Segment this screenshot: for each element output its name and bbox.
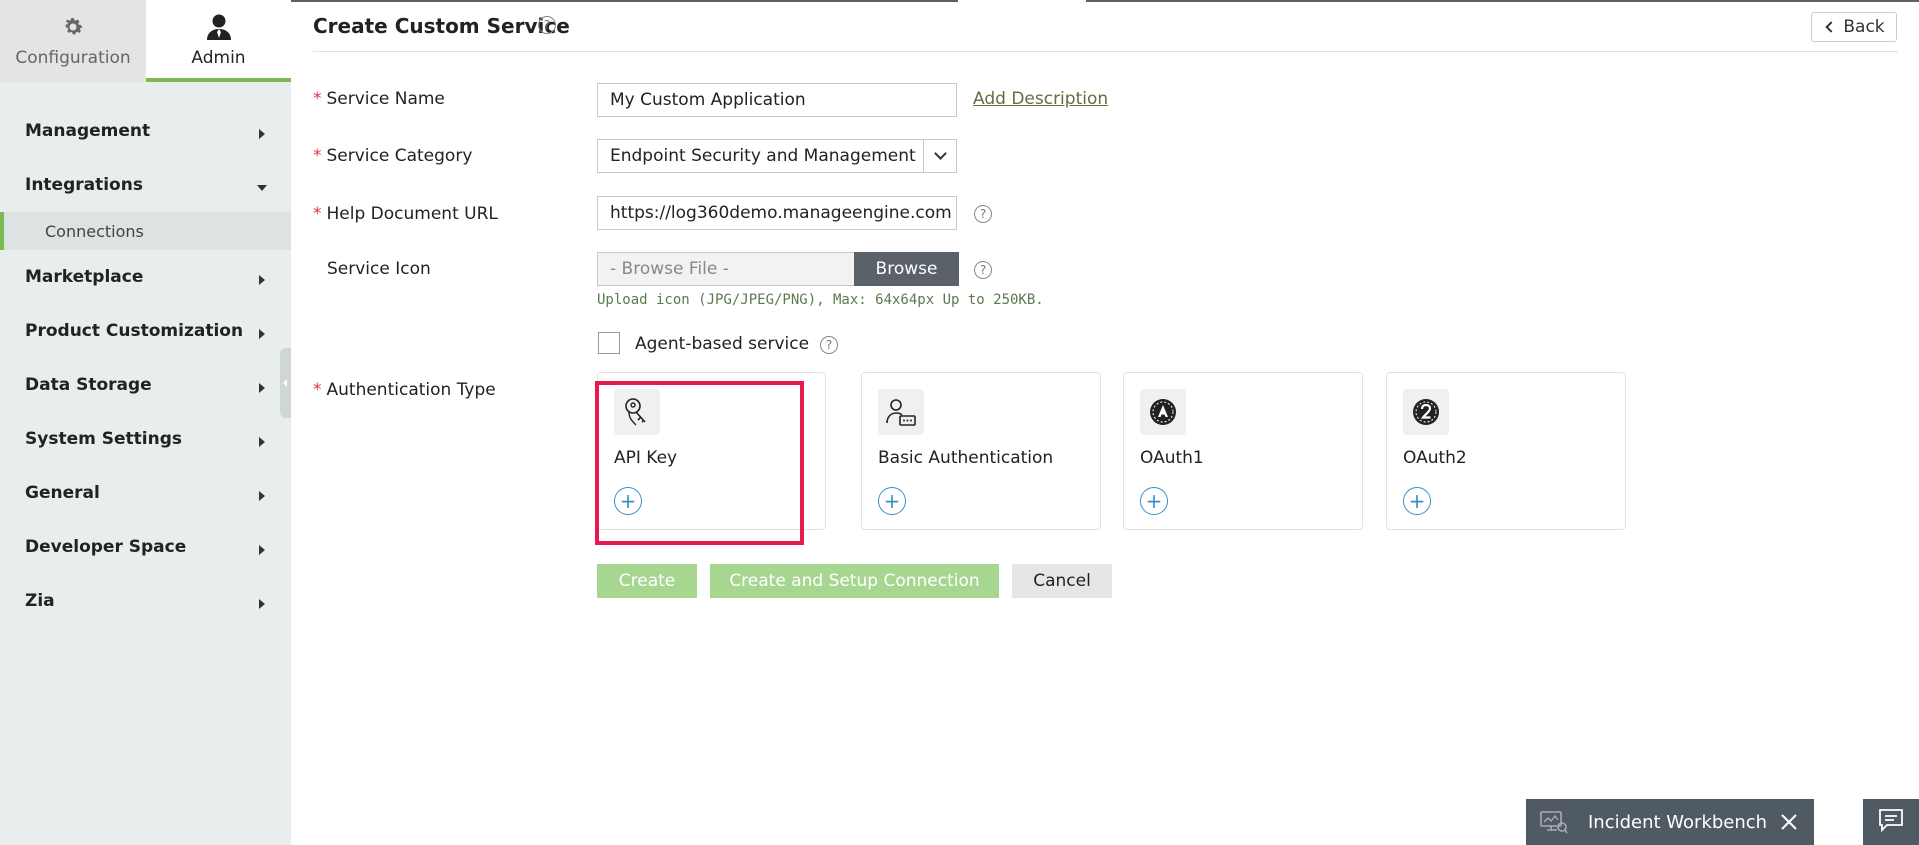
auth-type-label-text: Authentication Type — [326, 380, 496, 400]
chevron-right-icon — [259, 437, 265, 447]
user-icon — [204, 12, 234, 42]
sidebar-item-label: Management — [25, 121, 151, 141]
tab-configuration[interactable]: Configuration — [0, 0, 146, 82]
add-icon[interactable]: + — [878, 487, 906, 515]
sidebar-item-label: Data Storage — [25, 375, 152, 395]
page-title: Create Custom Service — [313, 14, 570, 38]
chevron-down-icon — [257, 185, 267, 191]
user-lock-icon — [878, 389, 924, 435]
chevron-right-icon — [259, 329, 265, 339]
sidebar-item-integrations[interactable]: Integrations — [0, 158, 291, 212]
create-setup-connection-button[interactable]: Create and Setup Connection — [710, 564, 999, 598]
service-category-select[interactable]: Endpoint Security and Management — [597, 139, 957, 173]
add-icon[interactable]: + — [1403, 487, 1431, 515]
sidebar-collapse-handle[interactable] — [280, 348, 291, 418]
service-category-label-text: Service Category — [326, 146, 473, 166]
help-icon[interactable]: ? — [820, 336, 838, 354]
incident-workbench-bar[interactable]: Incident Workbench — [1526, 799, 1814, 845]
chevron-right-icon — [259, 545, 265, 555]
sidebar-item-product-customization[interactable]: Product Customization — [0, 304, 291, 358]
required-marker: * — [313, 89, 322, 109]
add-icon[interactable]: + — [1140, 487, 1168, 515]
help-doc-url-label: * Help Document URL — [313, 204, 498, 224]
auth-card-oauth1[interactable]: OAuth1 + — [1123, 372, 1363, 530]
chat-button[interactable] — [1863, 799, 1919, 845]
auth-card-basic[interactable]: Basic Authentication + — [861, 372, 1101, 530]
service-category-value: Endpoint Security and Management — [610, 146, 916, 166]
sidebar: Configuration Admin Management Integrati… — [0, 0, 291, 845]
chevron-right-icon — [259, 275, 265, 285]
auth-card-label: API Key — [614, 448, 678, 468]
workbench-icon — [1540, 810, 1568, 834]
sidebar-nav: Management Integrations Connections Mark… — [0, 104, 291, 628]
chevron-right-icon — [259, 383, 265, 393]
service-name-input[interactable]: My Custom Application — [597, 83, 957, 117]
chevron-right-icon — [259, 491, 265, 501]
sidebar-tabs: Configuration Admin — [0, 0, 291, 82]
tab-admin[interactable]: Admin — [146, 0, 291, 82]
sidebar-item-label: Product Customization — [25, 321, 244, 341]
auth-card-label: OAuth2 — [1403, 448, 1467, 468]
required-marker: * — [313, 146, 322, 166]
help-icon[interactable]: ? — [974, 261, 992, 279]
create-button[interactable]: Create — [597, 564, 697, 598]
chevron-down-icon — [923, 140, 956, 172]
main-content: Create Custom Service ? Back * Service Na… — [291, 0, 1919, 845]
oauth2-icon — [1403, 389, 1449, 435]
gear-icon — [58, 12, 88, 42]
add-description-link[interactable]: Add Description — [973, 89, 1108, 109]
chevron-right-icon — [259, 129, 265, 139]
sidebar-item-management[interactable]: Management — [0, 104, 291, 158]
sidebar-item-data-storage[interactable]: Data Storage — [0, 358, 291, 412]
help-icon[interactable]: ? — [538, 16, 556, 34]
sidebar-item-label: System Settings — [25, 429, 182, 449]
agent-based-label: Agent-based service — [635, 334, 810, 354]
service-name-label: * Service Name — [313, 89, 445, 109]
add-icon[interactable]: + — [614, 487, 642, 515]
service-icon-label: Service Icon — [313, 259, 431, 279]
close-icon[interactable] — [1778, 811, 1800, 833]
key-icon — [614, 389, 660, 435]
sidebar-item-developer-space[interactable]: Developer Space — [0, 520, 291, 574]
cancel-button[interactable]: Cancel — [1012, 564, 1112, 598]
sidebar-item-label: Connections — [45, 221, 144, 241]
sidebar-item-label: Marketplace — [25, 267, 144, 287]
auth-type-label: * Authentication Type — [313, 380, 496, 400]
auth-card-label: Basic Authentication — [878, 448, 1054, 468]
service-icon-label-text: Service Icon — [327, 259, 431, 279]
required-marker: * — [313, 204, 322, 224]
sidebar-item-marketplace[interactable]: Marketplace — [0, 250, 291, 304]
auth-card-label: OAuth1 — [1140, 448, 1204, 468]
chat-icon — [1878, 808, 1904, 836]
oauth1-icon — [1140, 389, 1186, 435]
agent-based-checkbox[interactable] — [598, 332, 620, 354]
page-header: Create Custom Service ? Back — [313, 0, 1898, 52]
service-icon-file-input[interactable]: - Browse File - — [597, 252, 855, 286]
back-button-label: Back — [1843, 17, 1885, 37]
help-doc-url-label-text: Help Document URL — [326, 204, 498, 224]
help-doc-url-input[interactable]: https://log360demo.manageengine.com — [597, 196, 957, 230]
chevron-right-icon — [259, 599, 265, 609]
help-icon[interactable]: ? — [974, 205, 992, 223]
sidebar-item-label: Integrations — [25, 175, 143, 195]
sidebar-item-label: General — [25, 483, 100, 503]
upload-hint: Upload icon (JPG/JPEG/PNG), Max: 64x64px… — [597, 292, 1044, 308]
auth-card-api-key[interactable]: API Key + — [597, 372, 826, 530]
sidebar-item-label: Zia — [25, 591, 55, 611]
sidebar-item-general[interactable]: General — [0, 466, 291, 520]
incident-workbench-label: Incident Workbench — [1588, 811, 1768, 833]
chevron-left-icon — [1825, 21, 1838, 33]
browse-button[interactable]: Browse — [854, 252, 959, 286]
service-category-label: * Service Category — [313, 146, 472, 166]
auth-card-oauth2[interactable]: OAuth2 + — [1386, 372, 1626, 530]
sidebar-item-label: Developer Space — [25, 537, 187, 557]
tab-admin-label: Admin — [191, 48, 246, 68]
tab-configuration-label: Configuration — [15, 48, 131, 68]
sidebar-item-system-settings[interactable]: System Settings — [0, 412, 291, 466]
required-marker: * — [313, 380, 322, 400]
back-button[interactable]: Back — [1811, 12, 1897, 42]
sidebar-item-zia[interactable]: Zia — [0, 574, 291, 628]
service-name-label-text: Service Name — [326, 89, 445, 109]
sidebar-item-connections[interactable]: Connections — [0, 212, 291, 250]
